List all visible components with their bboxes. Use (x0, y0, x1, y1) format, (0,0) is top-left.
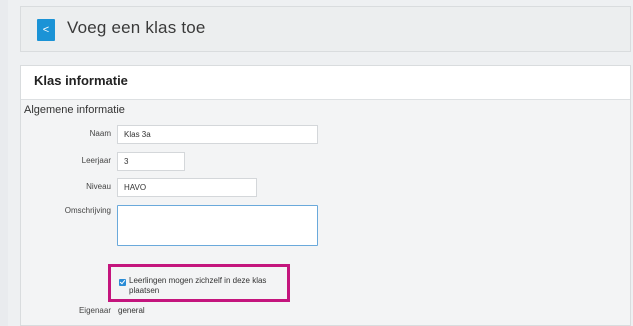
self-enroll-label[interactable]: Leerlingen mogen zichzelf in deze klas p… (129, 276, 289, 296)
class-info-panel: Klas informatie Algemene informatie Naam… (20, 65, 631, 326)
page-title: Voeg een klas toe (67, 18, 206, 37)
section-title: Algemene informatie (24, 104, 125, 116)
level-label: Niveau (86, 182, 111, 191)
back-button[interactable]: < (37, 19, 55, 41)
self-enroll-checkbox[interactable] (119, 279, 126, 286)
name-input[interactable]: Klas 3a (117, 125, 318, 144)
owner-label: Eigenaar (78, 306, 111, 315)
panel-title: Klas informatie (34, 73, 128, 88)
owner-value: general (118, 306, 145, 315)
level-input[interactable]: HAVO (117, 178, 257, 197)
panel-header: Klas informatie (21, 66, 630, 100)
page-header: < Voeg een klas toe (20, 6, 631, 52)
page: < Voeg een klas toe Klas informatie Alge… (8, 0, 633, 326)
name-label: Naam (89, 129, 111, 138)
description-label: Omschrijving (64, 206, 111, 215)
year-label: Leerjaar (81, 156, 111, 165)
year-input[interactable]: 3 (117, 152, 185, 171)
description-textarea[interactable] (117, 205, 318, 246)
